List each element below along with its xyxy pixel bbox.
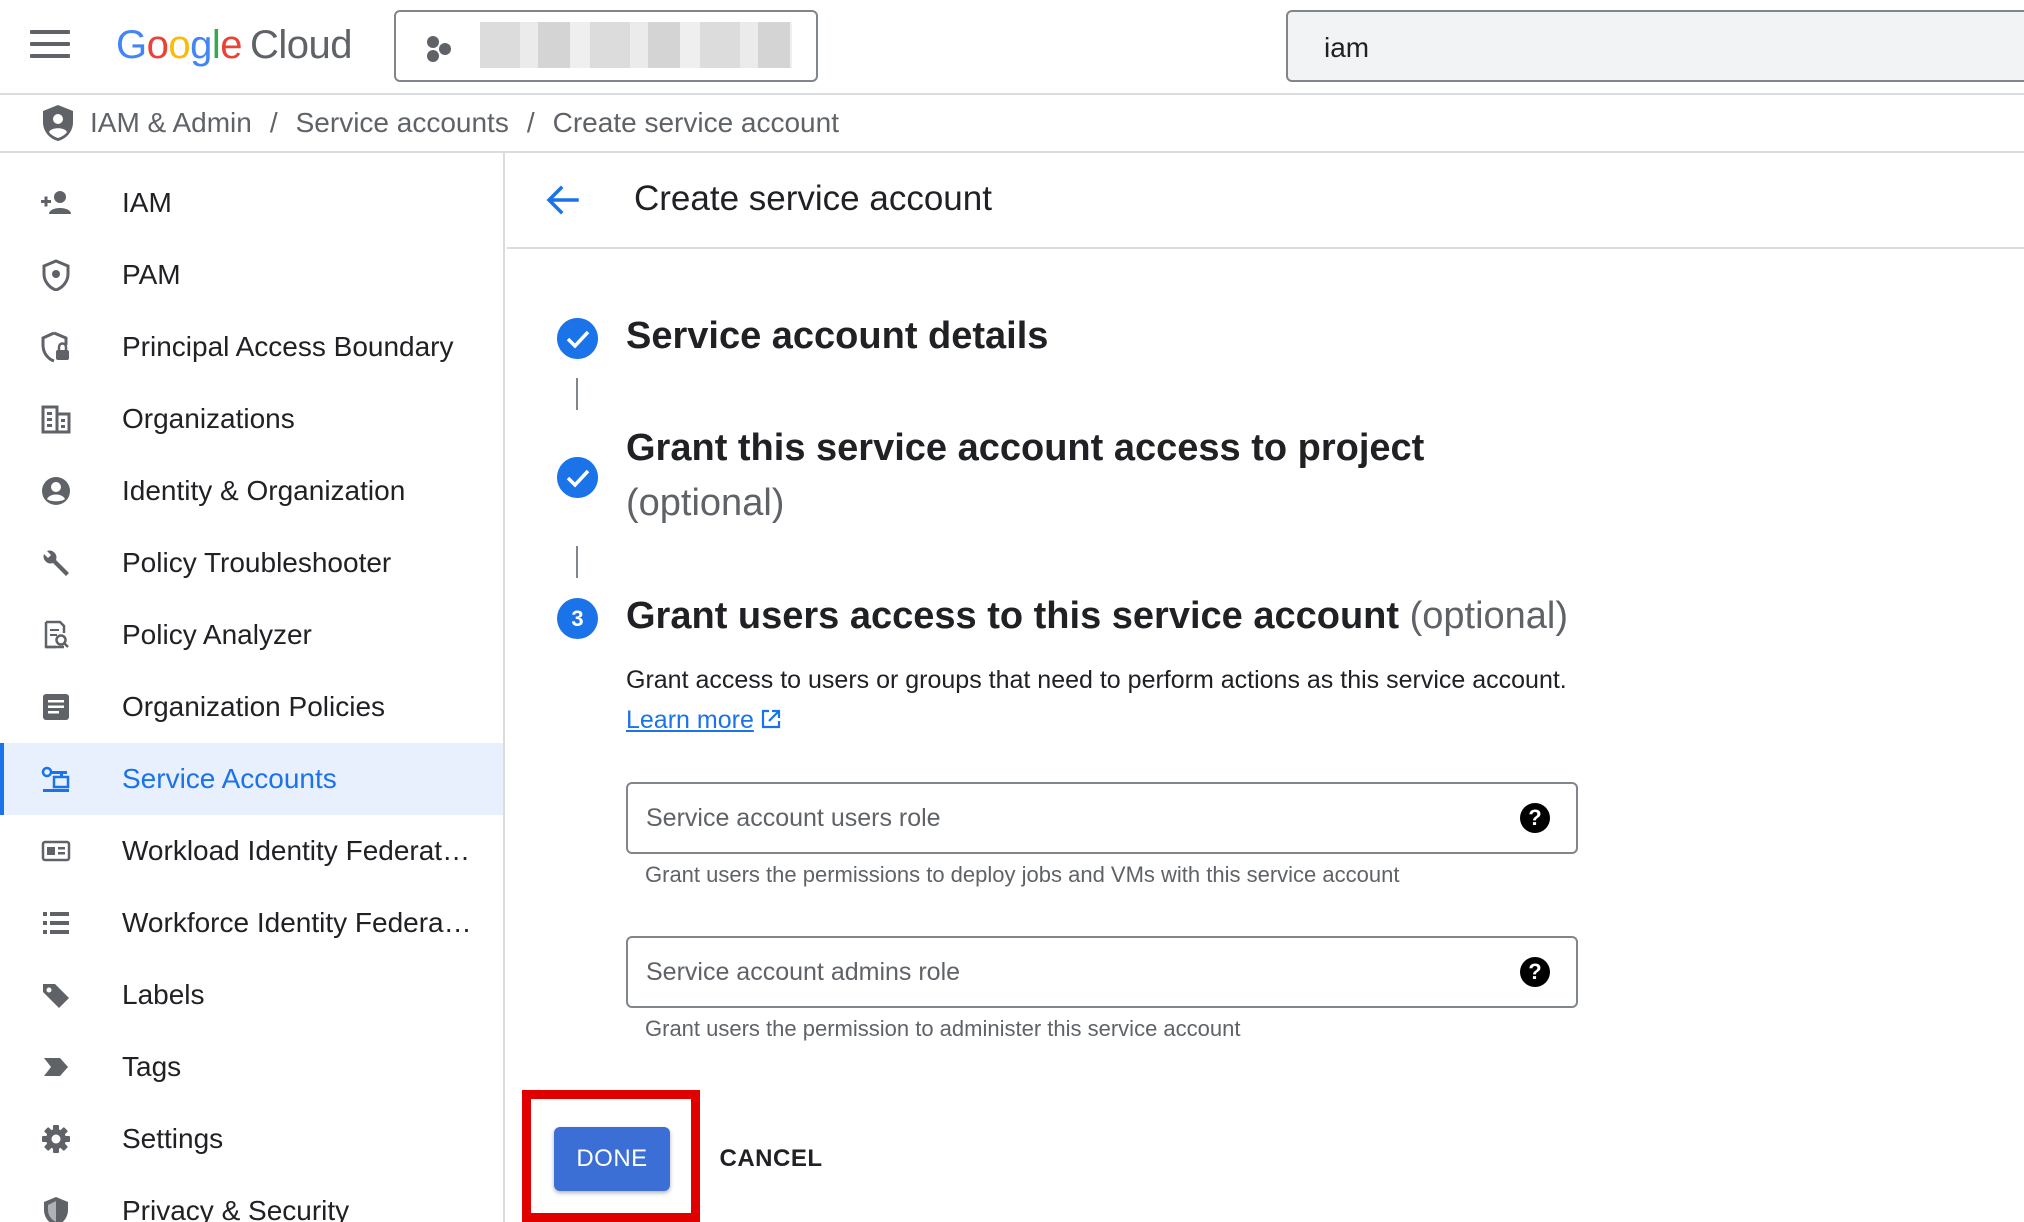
field-placeholder: Service account users role xyxy=(646,804,941,832)
sidebar-item-label: Policy Analyzer xyxy=(122,619,312,650)
search-value: iam xyxy=(1324,32,1370,63)
search-input[interactable]: iam xyxy=(1286,10,2024,82)
sidebar-item-identity-organization[interactable]: Identity & Organization xyxy=(0,455,503,527)
breadcrumb-service-accounts[interactable]: Service accounts xyxy=(296,107,509,138)
step-2-title[interactable]: Grant this service account access to pro… xyxy=(626,427,1424,470)
sidebar-item-label: Settings xyxy=(122,1123,224,1154)
external-link-icon[interactable] xyxy=(760,708,782,730)
hamburger-menu-icon[interactable] xyxy=(30,30,70,62)
step-complete-check-icon xyxy=(557,457,598,498)
back-arrow-icon[interactable] xyxy=(543,181,581,219)
sidebar-item-settings[interactable]: Settings xyxy=(0,1103,503,1175)
shield-person-icon xyxy=(43,105,73,141)
redacted-project-name xyxy=(480,22,792,68)
done-button[interactable]: DONE xyxy=(554,1127,670,1191)
sidebar-item-iam[interactable]: IAM xyxy=(0,167,503,239)
sidebar-item-policy-troubleshooter[interactable]: Policy Troubleshooter xyxy=(0,527,503,599)
sidebar-item-workload-identity-federation[interactable]: Workload Identity Federat… xyxy=(0,815,503,887)
breadcrumb-iam-admin[interactable]: IAM & Admin xyxy=(90,107,252,138)
sidebar-item-label: Workload Identity Federat… xyxy=(122,835,471,866)
logo-cloud-text: Cloud xyxy=(250,23,353,67)
project-picker[interactable] xyxy=(394,10,818,82)
sidebar-item-organizations[interactable]: Organizations xyxy=(0,383,503,455)
main-header: Create service account xyxy=(507,153,2024,249)
step-1-title[interactable]: Service account details xyxy=(626,315,1048,358)
account-circle-icon xyxy=(42,477,70,505)
sidebar-item-label: Tags xyxy=(122,1051,182,1082)
help-icon[interactable]: ? xyxy=(1520,957,1550,987)
users-role-hint: Grant users the permissions to deploy jo… xyxy=(645,862,1400,887)
sidebar-item-label: Organizations xyxy=(122,403,295,434)
shield-icon xyxy=(44,1197,68,1222)
wrench-icon xyxy=(43,550,69,576)
step-connector xyxy=(576,378,578,410)
sidebar-item-label: Policy Troubleshooter xyxy=(122,547,392,578)
step-3-number: 3 xyxy=(557,598,598,639)
tag-chevron-icon xyxy=(44,1058,68,1076)
sidebar-item-tags[interactable]: Tags xyxy=(0,1031,503,1103)
google-cloud-logo[interactable]: Google Cloud xyxy=(116,20,353,70)
id-card-icon xyxy=(41,840,71,862)
step-3-description: Grant access to users or groups that nee… xyxy=(626,660,1586,740)
sidebar-item-labels[interactable]: Labels xyxy=(0,959,503,1031)
sidebar-item-label: Identity & Organization xyxy=(122,475,406,506)
sidebar-item-policy-analyzer[interactable]: Policy Analyzer xyxy=(0,599,503,671)
sidebar: IAM PAM Principal Access Boundary Organi… xyxy=(0,153,505,1222)
sidebar-item-label: PAM xyxy=(122,259,181,290)
step-2-optional: (optional) xyxy=(626,482,785,524)
help-icon[interactable]: ? xyxy=(1520,803,1550,833)
document-search-icon xyxy=(44,620,69,649)
admins-role-hint: Grant users the permission to administer… xyxy=(645,1016,1241,1041)
sidebar-item-label: Principal Access Boundary xyxy=(122,331,454,362)
sidebar-item-pam[interactable]: PAM xyxy=(0,239,503,311)
sidebar-item-organization-policies[interactable]: Organization Policies xyxy=(0,671,503,743)
learn-more-link[interactable]: Learn more xyxy=(626,706,754,734)
building-icon xyxy=(41,405,71,434)
breadcrumb-separator: / xyxy=(526,107,535,138)
project-dots-icon xyxy=(427,36,451,62)
top-bar: Google Cloud iam xyxy=(0,0,2024,95)
label-icon xyxy=(43,984,69,1008)
step-complete-check-icon xyxy=(557,318,598,359)
breadcrumb: IAM & Admin / Service accounts / Create serv… xyxy=(0,95,2024,153)
list-icon xyxy=(43,912,69,934)
breadcrumb-create-service-account: Create service account xyxy=(552,107,839,138)
description-text: Grant access to users or groups that nee… xyxy=(626,666,1567,694)
sidebar-item-label: Privacy & Security xyxy=(122,1195,350,1222)
sidebar-item-label: Labels xyxy=(122,979,205,1010)
cancel-button[interactable]: CANCEL xyxy=(716,1127,826,1191)
sidebar-item-privacy-security[interactable]: Privacy & Security xyxy=(0,1175,503,1222)
shield-icon xyxy=(42,259,70,291)
sidebar-item-principal-access-boundary[interactable]: Principal Access Boundary xyxy=(0,311,503,383)
field-placeholder: Service account admins role xyxy=(646,958,961,986)
service-account-users-role-field[interactable]: Service account users role ? xyxy=(626,782,1578,854)
page-title: Create service account xyxy=(634,179,992,218)
breadcrumb-separator: / xyxy=(269,107,278,138)
sidebar-item-service-accounts[interactable]: Service Accounts xyxy=(0,743,503,815)
sidebar-item-label: Organization Policies xyxy=(122,691,386,722)
person-add-icon xyxy=(41,191,71,214)
sidebar-item-label: Service Accounts xyxy=(122,763,337,794)
sidebar-item-workforce-identity-federation[interactable]: Workforce Identity Federa… xyxy=(0,887,503,959)
service-account-icon xyxy=(41,766,70,792)
list-document-icon xyxy=(43,694,69,720)
step-3-title: Grant users access to this service accou… xyxy=(626,595,1569,637)
service-account-admins-role-field[interactable]: Service account admins role ? xyxy=(626,936,1578,1008)
step-connector xyxy=(576,546,578,578)
shield-lock-icon xyxy=(41,331,69,363)
sidebar-item-label: IAM xyxy=(122,187,172,218)
gear-icon xyxy=(42,1125,70,1153)
sidebar-item-label: Workforce Identity Federa… xyxy=(122,907,472,938)
